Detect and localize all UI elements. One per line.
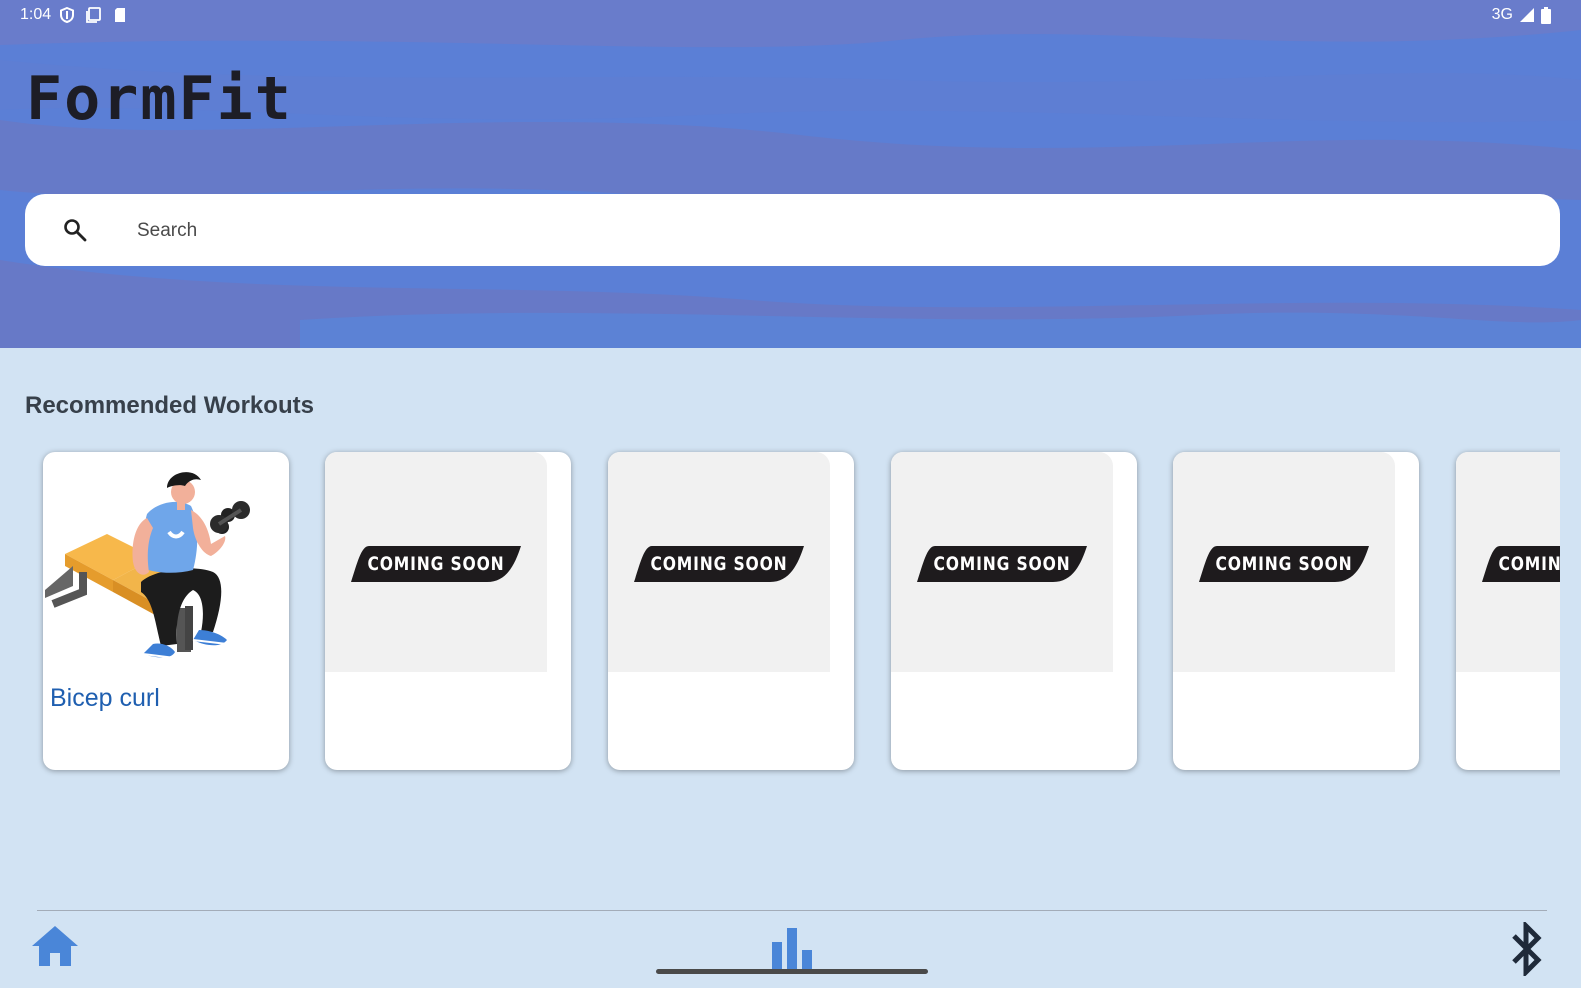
workout-card-coming-soon[interactable]: COMING SOON (325, 452, 571, 770)
gesture-home-indicator[interactable] (656, 969, 928, 974)
battery-icon (1541, 6, 1551, 24)
bottom-nav-divider (37, 910, 1547, 911)
workout-card-coming-soon[interactable]: COMING SOON (891, 452, 1137, 770)
coming-soon-label: COMING SOON (1215, 553, 1353, 575)
search-icon[interactable] (63, 218, 87, 242)
workout-card-coming-soon[interactable]: COMING SOON (608, 452, 854, 770)
workout-carousel[interactable]: Bicep curl COMING SOON COMING SOON COMIN… (25, 440, 1560, 790)
workout-card-title: Bicep curl (50, 684, 160, 712)
signal-icon (1520, 8, 1534, 22)
coming-soon-label: COMING SOON (933, 553, 1071, 575)
coming-soon-label: COMING SOON (1498, 553, 1560, 575)
workout-card-bicep-curl[interactable]: Bicep curl (43, 452, 289, 770)
workout-card-coming-soon[interactable]: COMING SOON (1456, 452, 1560, 770)
sd-card-icon (115, 8, 125, 22)
header-banner: 1:04 3G FormFit (0, 0, 1581, 348)
bar-chart-icon[interactable] (770, 926, 814, 970)
app-logo: FormFit (26, 64, 293, 134)
wave-background (0, 0, 1581, 348)
section-title-recommended: Recommended Workouts (25, 392, 314, 419)
screenshot-icon (86, 7, 101, 23)
search-input[interactable] (135, 212, 1519, 250)
network-type: 3G (1491, 6, 1513, 23)
status-bar: 1:04 3G (0, 0, 1581, 32)
coming-soon-label: COMING SOON (650, 553, 788, 575)
coming-soon-label: COMING SOON (367, 553, 505, 575)
bicep-curl-illustration (45, 472, 250, 659)
home-icon[interactable] (30, 924, 80, 968)
bluetooth-icon[interactable] (1510, 922, 1544, 976)
status-time: 1:04 (20, 6, 52, 23)
search-bar[interactable] (25, 194, 1560, 266)
workout-card-coming-soon[interactable]: COMING SOON (1173, 452, 1419, 770)
shield-icon (60, 7, 74, 23)
